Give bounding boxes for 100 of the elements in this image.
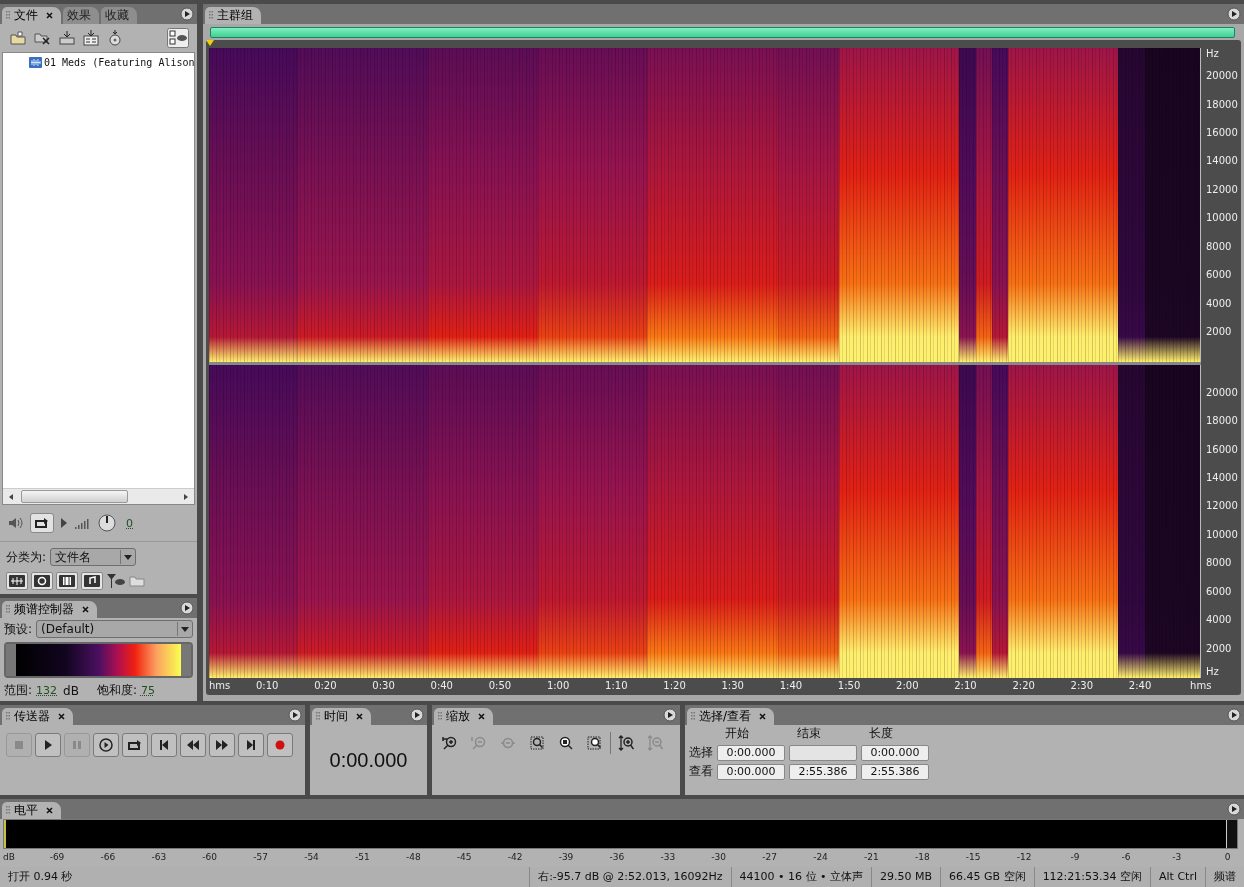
- time-field[interactable]: 0:00.000: [861, 744, 929, 761]
- time-field[interactable]: 0:00.000: [717, 744, 785, 761]
- skip-forward-button[interactable]: [238, 733, 264, 757]
- insert-icon[interactable]: [58, 30, 76, 46]
- waveform-icon: [29, 56, 42, 68]
- preset-dropdown[interactable]: (Default): [36, 620, 193, 638]
- level-tick: -12: [1016, 852, 1032, 862]
- panel-menu-icon[interactable]: [180, 601, 194, 615]
- editor-tab[interactable]: 主群组: [205, 7, 261, 24]
- time-tick: 1:30: [721, 680, 744, 691]
- time-field[interactable]: 2:55.386: [861, 763, 929, 780]
- panel-menu-icon[interactable]: [1227, 708, 1241, 722]
- panel-tab[interactable]: 频谱控制器: [2, 601, 97, 618]
- saturation-value[interactable]: 75: [140, 684, 155, 697]
- close-icon[interactable]: [46, 807, 53, 814]
- close-icon[interactable]: [478, 713, 485, 720]
- time-tick: 1:50: [837, 680, 861, 691]
- close-icon[interactable]: [82, 606, 89, 613]
- circle-play-button[interactable]: [93, 733, 119, 757]
- time-tick: 2:10: [954, 680, 977, 691]
- zoom-in-horizontal-icon[interactable]: [442, 735, 458, 751]
- speaker-icon[interactable]: [6, 516, 24, 530]
- slider-handle[interactable]: [181, 644, 191, 676]
- scroll-left-icon[interactable]: [7, 492, 15, 501]
- filter-loop-button[interactable]: [31, 572, 53, 590]
- volume-value[interactable]: 0: [126, 516, 133, 530]
- level-tick: -60: [202, 852, 218, 862]
- level-tick: -18: [914, 852, 930, 862]
- panel-menu-icon[interactable]: [180, 7, 194, 21]
- level-tick: -30: [711, 852, 727, 862]
- frequency-tick: 14000: [1206, 471, 1238, 483]
- panel-tab[interactable]: 电平: [2, 802, 61, 819]
- panel-tab[interactable]: 文件: [2, 7, 61, 24]
- show-options-icon[interactable]: [167, 28, 189, 48]
- panel-tab[interactable]: 传送器: [2, 708, 73, 725]
- level-tick: 0: [1224, 852, 1231, 862]
- filter-video-button[interactable]: [56, 572, 78, 590]
- playhead-marker-icon[interactable]: [206, 40, 214, 46]
- loop-button[interactable]: [122, 733, 148, 757]
- close-icon[interactable]: [356, 713, 363, 720]
- sort-dropdown[interactable]: 文件名: [50, 548, 137, 566]
- zoom-selection-icon[interactable]: [558, 735, 574, 751]
- play-icon[interactable]: [60, 517, 68, 529]
- time-tick: 0:10: [255, 680, 279, 691]
- level-tick: -9: [1070, 852, 1080, 862]
- fast-forward-button[interactable]: [209, 733, 235, 757]
- file-name[interactable]: 01 Meds (Featuring Alison: [44, 56, 195, 68]
- time-field[interactable]: [789, 744, 857, 761]
- panel-tab[interactable]: 选择/查看: [687, 708, 775, 725]
- play-button[interactable]: [35, 733, 61, 757]
- panel-menu-icon[interactable]: [1227, 802, 1241, 816]
- cd-icon[interactable]: [106, 30, 124, 46]
- panel-menu-icon[interactable]: [1227, 7, 1241, 21]
- panel-tab[interactable]: 收藏: [101, 7, 137, 24]
- time-tick: 1:10: [605, 680, 628, 691]
- panel-tab[interactable]: 效果: [63, 7, 99, 24]
- frequency-tick: 12000: [1206, 183, 1238, 195]
- slider-handle[interactable]: [6, 644, 16, 676]
- scroll-right-icon[interactable]: [182, 492, 190, 501]
- scrollbar-thumb[interactable]: [21, 490, 128, 503]
- horizontal-scrollbar[interactable]: [3, 488, 194, 504]
- preset-label: 预设:: [4, 620, 33, 638]
- panel-tab[interactable]: 缩放: [434, 708, 493, 725]
- zoom-in-vertical-icon[interactable]: [618, 735, 634, 751]
- close-icon[interactable]: [58, 713, 65, 720]
- clip-indicator[interactable]: [1226, 820, 1237, 848]
- loop-button[interactable]: [30, 513, 54, 533]
- rewind-button[interactable]: [180, 733, 206, 757]
- level-tick: -39: [558, 852, 574, 862]
- time-unit: hms: [209, 680, 231, 691]
- knob-icon[interactable]: [98, 514, 116, 532]
- time-tick: 2:00: [896, 680, 919, 691]
- filter-waveform-button[interactable]: [6, 572, 28, 590]
- range-label: 范围:: [4, 682, 33, 699]
- color-gradient-bar[interactable]: [16, 644, 181, 676]
- frequency-tick: 16000: [1206, 443, 1238, 455]
- panel-menu-icon[interactable]: [288, 708, 302, 722]
- time-tick: 0:40: [430, 680, 453, 691]
- skip-back-button[interactable]: [151, 733, 177, 757]
- zoom-left-icon[interactable]: [529, 735, 545, 751]
- overview-bar[interactable]: [210, 27, 1235, 38]
- zoom-right-icon[interactable]: [587, 735, 603, 751]
- panel-tab[interactable]: 时间: [312, 708, 371, 725]
- time-unit: hms: [1190, 680, 1212, 691]
- level-tick: -45: [456, 852, 472, 862]
- filter-midi-button[interactable]: [81, 572, 103, 590]
- time-field[interactable]: 2:55.386: [789, 763, 857, 780]
- range-value[interactable]: 132: [36, 684, 58, 697]
- close-icon[interactable]: [759, 713, 767, 720]
- close-folder-icon[interactable]: [34, 30, 52, 46]
- level-tick: -33: [660, 852, 676, 862]
- panel-menu-icon[interactable]: [410, 708, 424, 722]
- time-field[interactable]: 0:00.000: [717, 763, 785, 780]
- close-icon[interactable]: [46, 12, 53, 19]
- open-folder-icon[interactable]: [10, 30, 28, 46]
- filter-view-icon[interactable]: [106, 573, 126, 589]
- panel-menu-icon[interactable]: [663, 708, 677, 722]
- frequency-tick: 14000: [1206, 155, 1238, 167]
- time-tick: 0:50: [488, 680, 512, 691]
- fast-forward-icon: [214, 737, 230, 753]
